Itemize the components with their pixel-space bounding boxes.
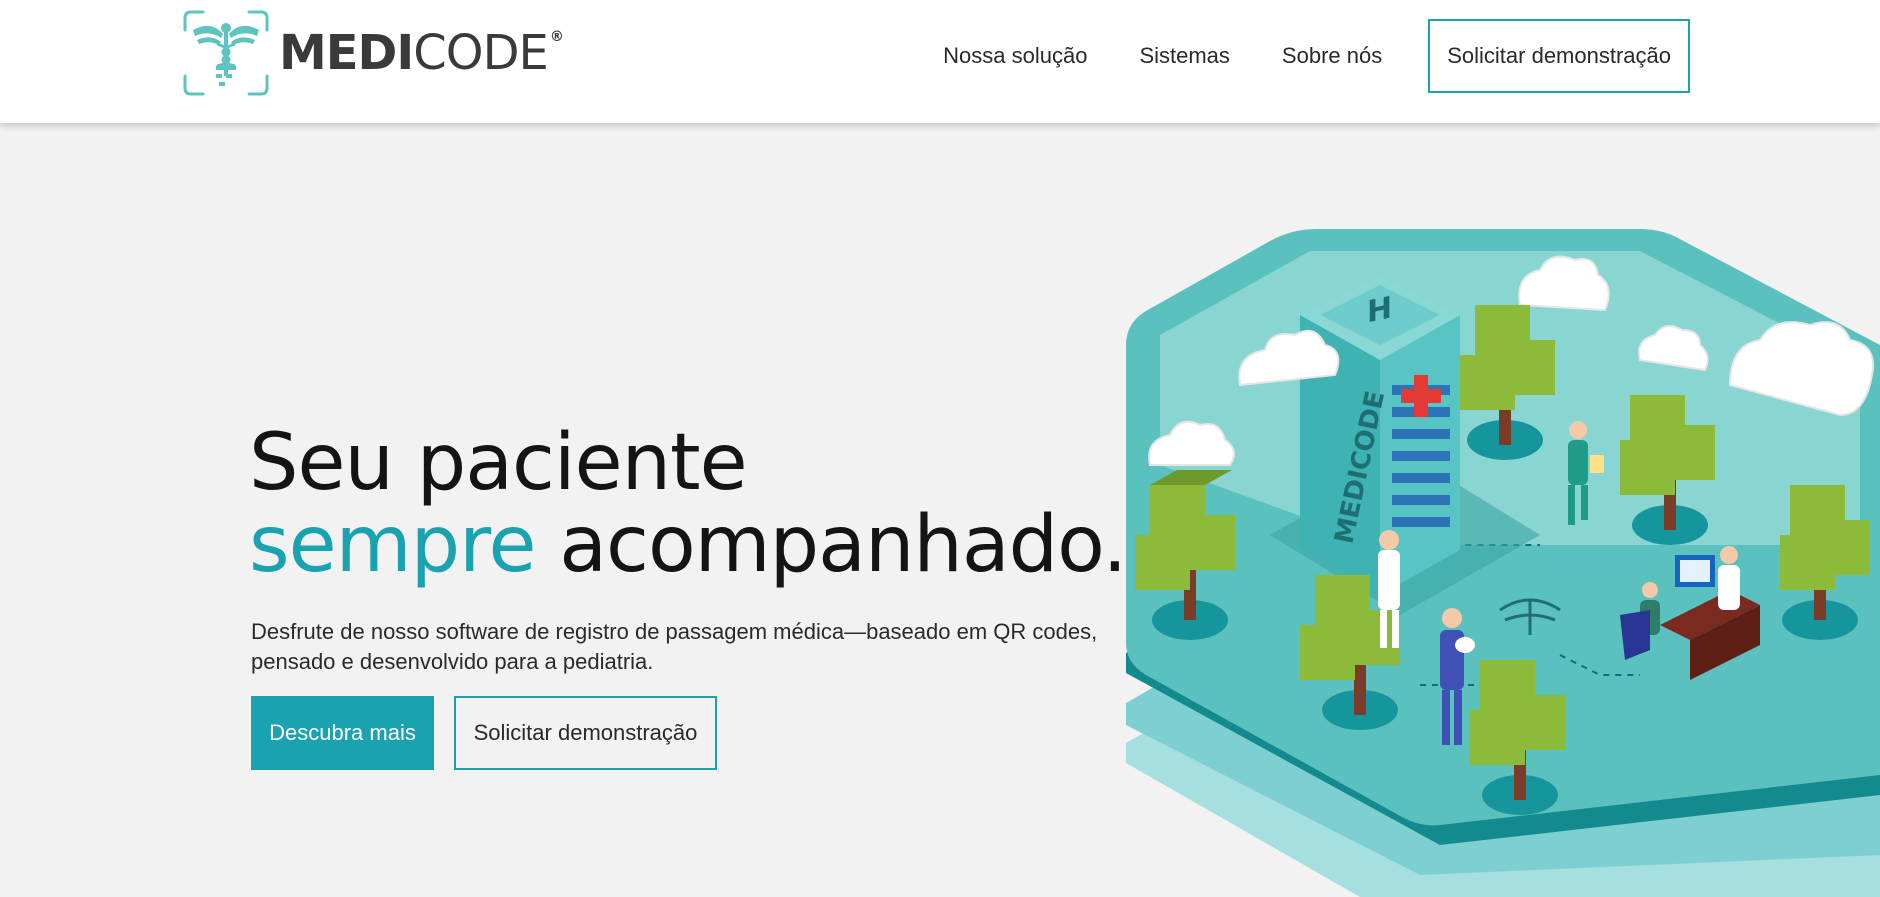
hero-title-rest: acompanhado.: [535, 500, 1127, 590]
logo-wordmark-bold: MEDI: [279, 25, 414, 81]
registered-mark: ®: [549, 29, 564, 45]
medicode-logo[interactable]: MEDI CODE ®: [181, 8, 564, 98]
site-header: MEDI CODE ® Nossa solução Sistemas Sobre…: [0, 0, 1880, 123]
request-demo-button[interactable]: Solicitar demonstração: [454, 696, 717, 770]
logo-wordmark-light: CODE: [413, 25, 549, 81]
nav-link-sobre-nos[interactable]: Sobre nós: [1282, 43, 1382, 69]
header-demo-button[interactable]: Solicitar demonstração: [1428, 19, 1690, 93]
caduceus-logo-icon: [183, 10, 269, 96]
hospital-building: H MEDICODE: [1300, 275, 1460, 595]
nav-link-nossa-solucao[interactable]: Nossa solução: [943, 43, 1087, 69]
hero-title-accent: sempre: [249, 500, 536, 590]
isometric-hospital-illustration: H MEDICODE: [1126, 229, 1880, 897]
hero-title-line1: Seu paciente: [249, 418, 748, 508]
nav-link-sistemas[interactable]: Sistemas: [1139, 43, 1229, 69]
hospital-h-sign: H: [1367, 290, 1392, 330]
main-nav: Nossa solução Sistemas Sobre nós Solicit…: [943, 19, 1690, 93]
discover-more-button[interactable]: Descubra mais: [251, 696, 434, 770]
hero-description: Desfrute de nosso software de registro d…: [251, 619, 1098, 674]
hero-title: Seu paciente sempre acompanhado.: [249, 422, 1127, 586]
logo-wordmark: MEDI CODE ®: [279, 25, 564, 81]
